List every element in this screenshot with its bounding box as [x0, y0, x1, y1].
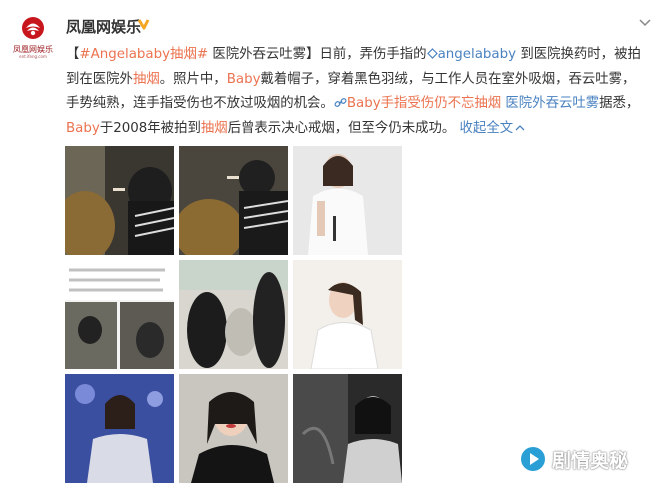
author-name[interactable]: 凤凰网娱乐	[66, 16, 141, 37]
text-segment: 于2008年被拍到	[99, 120, 201, 136]
photo-7[interactable]	[65, 374, 174, 483]
weibo-post: 凤凰网娱乐 ent.ifeng.com 凤凰网娱乐 【#Angelababy抽烟…	[0, 0, 665, 488]
text-segment: 后曾表示决心戒烟，但至今仍未成功。	[227, 120, 456, 136]
mention-diamond-icon	[426, 48, 438, 59]
photo-6[interactable]	[293, 260, 402, 369]
text-segment: 到医院换药时，被拍	[516, 47, 641, 62]
bracket-open: 【	[66, 47, 80, 62]
topic-link[interactable]: 医院外吞云吐雾	[501, 96, 599, 111]
photo-4[interactable]	[65, 260, 174, 369]
photo-grid	[65, 146, 405, 486]
collapse-label: 收起全文	[459, 120, 514, 136]
watermark-text: 剧情奥秘	[552, 449, 629, 472]
watermark: 剧情奥秘	[520, 444, 628, 474]
keyword-link[interactable]: 抽烟	[133, 72, 160, 87]
keyword-link[interactable]: Baby	[227, 72, 261, 87]
avatar-url-text: ent.ifeng.com	[19, 54, 47, 59]
text-segment: 戴着帽子，穿着黑色羽绒，与工作人员在室外吸烟，吞云吐雾，	[260, 71, 636, 87]
photo-1[interactable]	[65, 146, 174, 255]
article-link[interactable]: Baby手指受伤仍不忘抽烟	[347, 96, 501, 111]
photo-2[interactable]	[179, 146, 288, 255]
avatar[interactable]: 凤凰网娱乐 ent.ifeng.com	[10, 14, 56, 60]
text-segment: 手势纯熟，连手指受伤也不放过吸烟的机会。	[66, 96, 334, 111]
chevron-up-icon	[515, 124, 525, 130]
photo-5[interactable]	[179, 260, 288, 369]
photo-8[interactable]	[179, 374, 288, 483]
collapse-text-button[interactable]: 收起全文	[460, 121, 526, 136]
link-icon	[334, 98, 347, 107]
text-segment: 医院外吞云吐雾】日前，弄伤手指的	[208, 47, 427, 62]
photo-9[interactable]	[293, 374, 402, 483]
mention-link[interactable]: angelababy	[438, 47, 517, 62]
keyword-link[interactable]: 抽烟	[201, 121, 228, 136]
hashtag-link[interactable]: #Angelababy抽烟#	[79, 47, 208, 62]
chevron-down-icon[interactable]	[638, 18, 652, 28]
keyword-link[interactable]: Baby	[66, 121, 100, 136]
post-text: 【#Angelababy抽烟# 医院外吞云吐雾】日前，弄伤手指的 angelaba…	[66, 43, 651, 141]
text-segment: 。照片中，	[159, 71, 227, 87]
text-segment: 到在医院外	[66, 71, 133, 87]
phoenix-logo-icon	[22, 17, 44, 39]
text-segment: 据悉，	[599, 96, 640, 111]
play-logo-icon	[521, 447, 545, 471]
verified-badge-icon	[137, 19, 150, 30]
photo-3[interactable]	[293, 146, 402, 255]
